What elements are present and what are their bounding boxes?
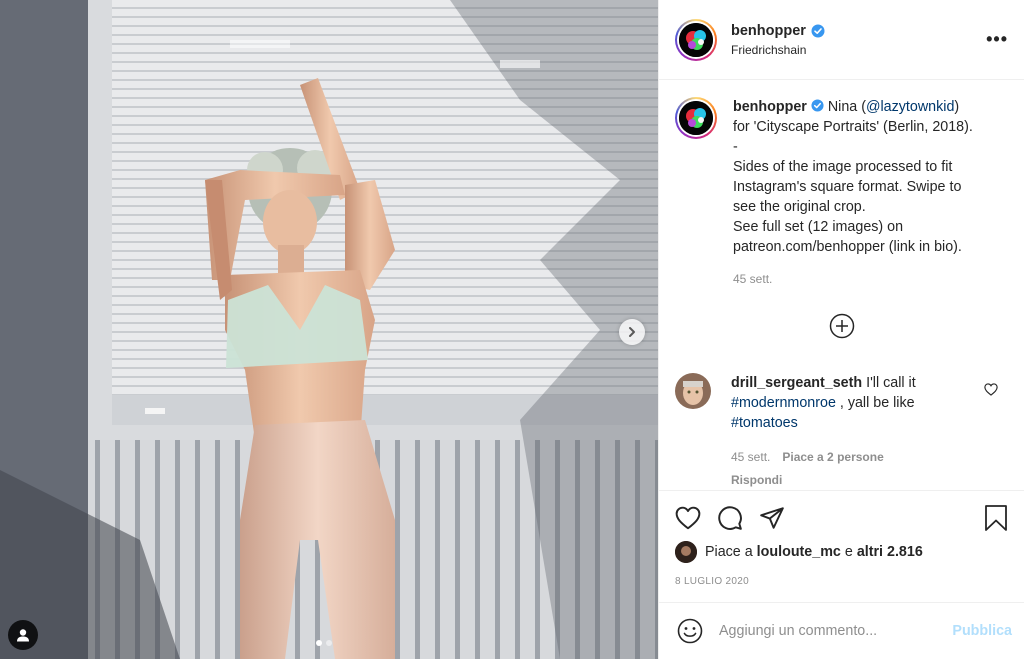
story-ring[interactable] — [675, 18, 717, 61]
paper-plane-icon — [760, 507, 784, 529]
likes-summary: Piace a louloute_mc e altri 2.816 — [675, 541, 1008, 563]
comment-username[interactable]: drill_sergeant_seth — [731, 375, 862, 391]
add-comment-bar: Pubblica — [659, 602, 1024, 659]
person-icon — [17, 629, 29, 642]
caption-text: ) — [954, 99, 960, 115]
likes-others-link[interactable]: altri 2.816 — [857, 544, 923, 560]
comment-timestamp[interactable]: 45 sett. — [731, 447, 770, 467]
comment-hashtag-link[interactable]: #tomatoes — [731, 415, 798, 431]
header-username[interactable]: benhopper — [731, 23, 806, 39]
liker-username[interactable]: louloute_mc — [757, 544, 841, 560]
publish-button[interactable]: Pubblica — [952, 623, 1012, 639]
comment-button[interactable] — [717, 505, 743, 531]
user-tags-button[interactable] — [8, 620, 38, 650]
comment-text: I'll call it — [866, 375, 916, 391]
comment-input[interactable] — [719, 623, 953, 639]
comment-bubble-icon — [718, 506, 742, 530]
comment-hashtag-link[interactable]: #modernmonroe — [731, 395, 836, 411]
post-header: benhopper Friedrichshain ••• — [659, 0, 1024, 80]
chevron-right-icon — [629, 327, 635, 337]
commenter-avatar[interactable] — [675, 373, 711, 409]
header-location[interactable]: Friedrichshain — [731, 43, 984, 57]
likes-and: e — [844, 544, 853, 560]
caption-line: - — [733, 139, 738, 155]
caption-line: See full set (12 images) on — [733, 219, 904, 235]
verified-badge-icon — [811, 24, 825, 37]
avatar — [679, 101, 713, 135]
reply-button[interactable]: Rispondi — [731, 470, 971, 488]
caption-username[interactable]: benhopper — [733, 99, 807, 115]
post-caption: benhopper Nina (@lazytownkid) for 'Citys… — [675, 97, 1008, 289]
post-dialog: benhopper Friedrichshain ••• benhopper N… — [0, 0, 1024, 659]
emoji-button[interactable] — [677, 618, 703, 644]
caption-mention-link[interactable]: @lazytownkid — [866, 99, 954, 115]
bookmark-icon — [985, 505, 1007, 531]
liker-avatar[interactable] — [675, 541, 697, 563]
action-bar — [675, 491, 1008, 545]
heart-icon — [675, 506, 701, 530]
caption-story-ring[interactable] — [675, 97, 717, 139]
action-section: Piace a louloute_mc e altri 2.816 8 LUGL… — [659, 490, 1024, 587]
caption-line: Instagram's square format. Swipe to — [733, 179, 962, 195]
avatar — [679, 22, 713, 57]
caption-line: see the original crop. — [733, 199, 866, 215]
more-options-button[interactable]: ••• — [984, 29, 1010, 50]
share-button[interactable] — [759, 506, 785, 530]
post-date[interactable]: 8 LUGLIO 2020 — [675, 576, 1008, 587]
comments-list[interactable]: benhopper Nina (@lazytownkid) for 'Citys… — [659, 81, 1024, 488]
post-photo — [0, 0, 658, 659]
load-more-comments-icon[interactable] — [829, 313, 855, 339]
smiley-icon — [677, 618, 703, 644]
caption-text: Nina ( — [827, 99, 866, 115]
like-comment-heart-icon[interactable] — [984, 383, 998, 396]
comment-item: drill_sergeant_seth I'll call it #modern… — [675, 373, 1008, 488]
next-image-button[interactable] — [619, 319, 645, 345]
comment-text: , yall be like — [839, 395, 915, 411]
caption-timestamp[interactable]: 45 sett. — [733, 269, 1003, 289]
carousel-dot — [326, 640, 332, 646]
caption-line: Sides of the image processed to fit — [733, 159, 953, 175]
carousel-dot-active — [316, 640, 322, 646]
comment-likes-count[interactable]: Piace a 2 persone — [782, 447, 883, 467]
post-media[interactable] — [0, 0, 658, 659]
like-button[interactable] — [675, 506, 701, 530]
save-button[interactable] — [984, 504, 1008, 532]
verified-badge-icon — [811, 99, 824, 112]
post-side-panel: benhopper Friedrichshain ••• benhopper N… — [658, 0, 1024, 659]
caption-line: for 'Cityscape Portraits' (Berlin, 2018)… — [733, 119, 973, 135]
carousel-indicator — [316, 640, 332, 646]
caption-line: patreon.com/benhopper (link in bio). — [733, 239, 962, 255]
likes-prefix: Piace a — [705, 544, 753, 560]
